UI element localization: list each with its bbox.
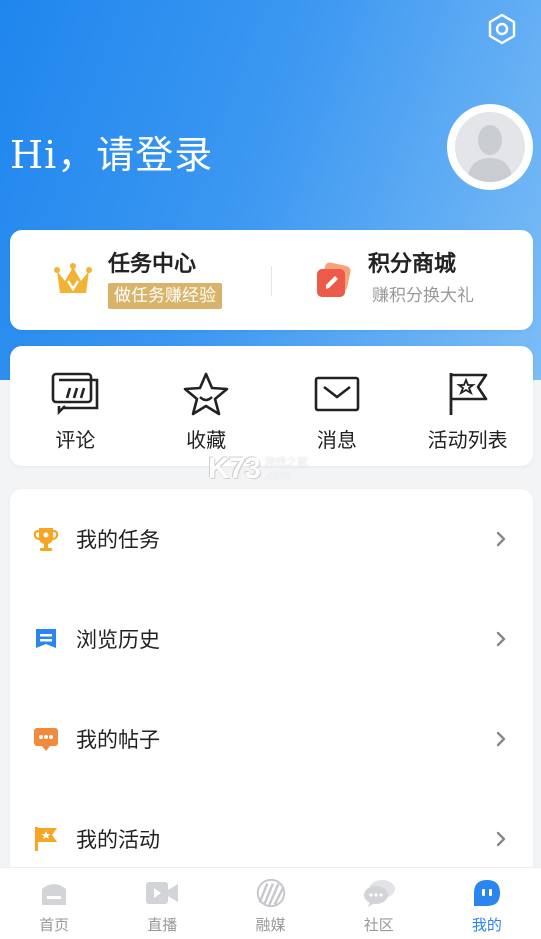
media-icon	[254, 878, 288, 908]
promo-title: 任务中心	[108, 252, 197, 277]
trophy-icon	[32, 525, 60, 553]
activity-flag-icon	[32, 825, 60, 853]
tab-label: 我的	[471, 916, 502, 934]
promo-subtitle: 做任务赚经验	[108, 283, 222, 309]
quick-favorites[interactable]: 收藏	[141, 346, 272, 466]
avatar[interactable]	[447, 104, 533, 190]
quick-label: 活动列表	[427, 428, 508, 452]
login-prompt[interactable]: Hi，请登录	[10, 124, 213, 179]
tab-label: 首页	[39, 916, 70, 934]
quick-label: 评论	[55, 428, 96, 452]
tab-live[interactable]: 直播	[108, 868, 216, 939]
tab-media[interactable]: 融媒	[216, 868, 324, 939]
tab-mine[interactable]: 我的	[433, 868, 541, 939]
post-icon	[32, 725, 60, 753]
promo-subtitle: 赚积分换大礼	[372, 286, 474, 306]
crown-icon	[52, 259, 94, 301]
points-mall-entry[interactable]: 积分商城 赚积分换大礼	[312, 230, 474, 330]
mine-icon	[470, 878, 504, 908]
watermark-logo: K73	[208, 452, 261, 485]
task-center-entry[interactable]: 任务中心 做任务赚经验	[52, 230, 222, 330]
tab-home[interactable]: 首页	[0, 868, 108, 939]
promo-card: 任务中心 做任务赚经验 积分商城 赚积分换大礼	[10, 230, 533, 330]
settings-icon[interactable]	[485, 12, 519, 46]
menu-item-my-posts[interactable]: 我的帖子	[10, 689, 533, 789]
mail-icon	[313, 370, 361, 418]
tab-label: 融媒	[255, 916, 286, 934]
menu-item-my-tasks[interactable]: 我的任务	[10, 489, 533, 589]
tab-community[interactable]: 社区	[325, 868, 433, 939]
menu-label: 浏览历史	[76, 628, 160, 652]
promo-title: 积分商城	[368, 252, 457, 277]
default-avatar-icon	[455, 112, 525, 182]
menu-label: 我的任务	[76, 528, 160, 552]
comment-icon	[51, 370, 99, 418]
watermark-line1: 游戏之家	[264, 456, 309, 469]
chevron-right-icon	[496, 631, 506, 647]
quick-actions: 评论 收藏 消息 活动列表	[10, 346, 533, 466]
chevron-right-icon	[496, 831, 506, 847]
flag-star-icon	[444, 370, 492, 418]
divider	[271, 266, 272, 296]
quick-label: 收藏	[186, 428, 227, 452]
menu-item-history[interactable]: 浏览历史	[10, 589, 533, 689]
tab-label: 直播	[147, 916, 178, 934]
star-icon	[182, 370, 230, 418]
quick-activity-list[interactable]: 活动列表	[402, 346, 533, 466]
video-icon	[145, 878, 179, 908]
site-watermark: K73 游戏之家 .com	[208, 452, 308, 486]
chevron-right-icon	[496, 731, 506, 747]
tab-label: 社区	[363, 916, 394, 934]
quick-comment[interactable]: 评论	[10, 346, 141, 466]
watermark-line2: .com	[264, 469, 292, 482]
bottom-tab-bar: 首页 直播 融媒 社区 我的	[0, 867, 541, 939]
community-icon	[362, 878, 396, 908]
quick-messages[interactable]: 消息	[272, 346, 403, 466]
menu-label: 我的帖子	[76, 728, 160, 752]
menu-label: 我的活动	[76, 828, 160, 852]
history-icon	[32, 625, 60, 653]
home-icon	[37, 878, 71, 908]
chevron-right-icon	[496, 531, 506, 547]
points-icon	[312, 259, 354, 301]
quick-label: 消息	[316, 428, 357, 452]
